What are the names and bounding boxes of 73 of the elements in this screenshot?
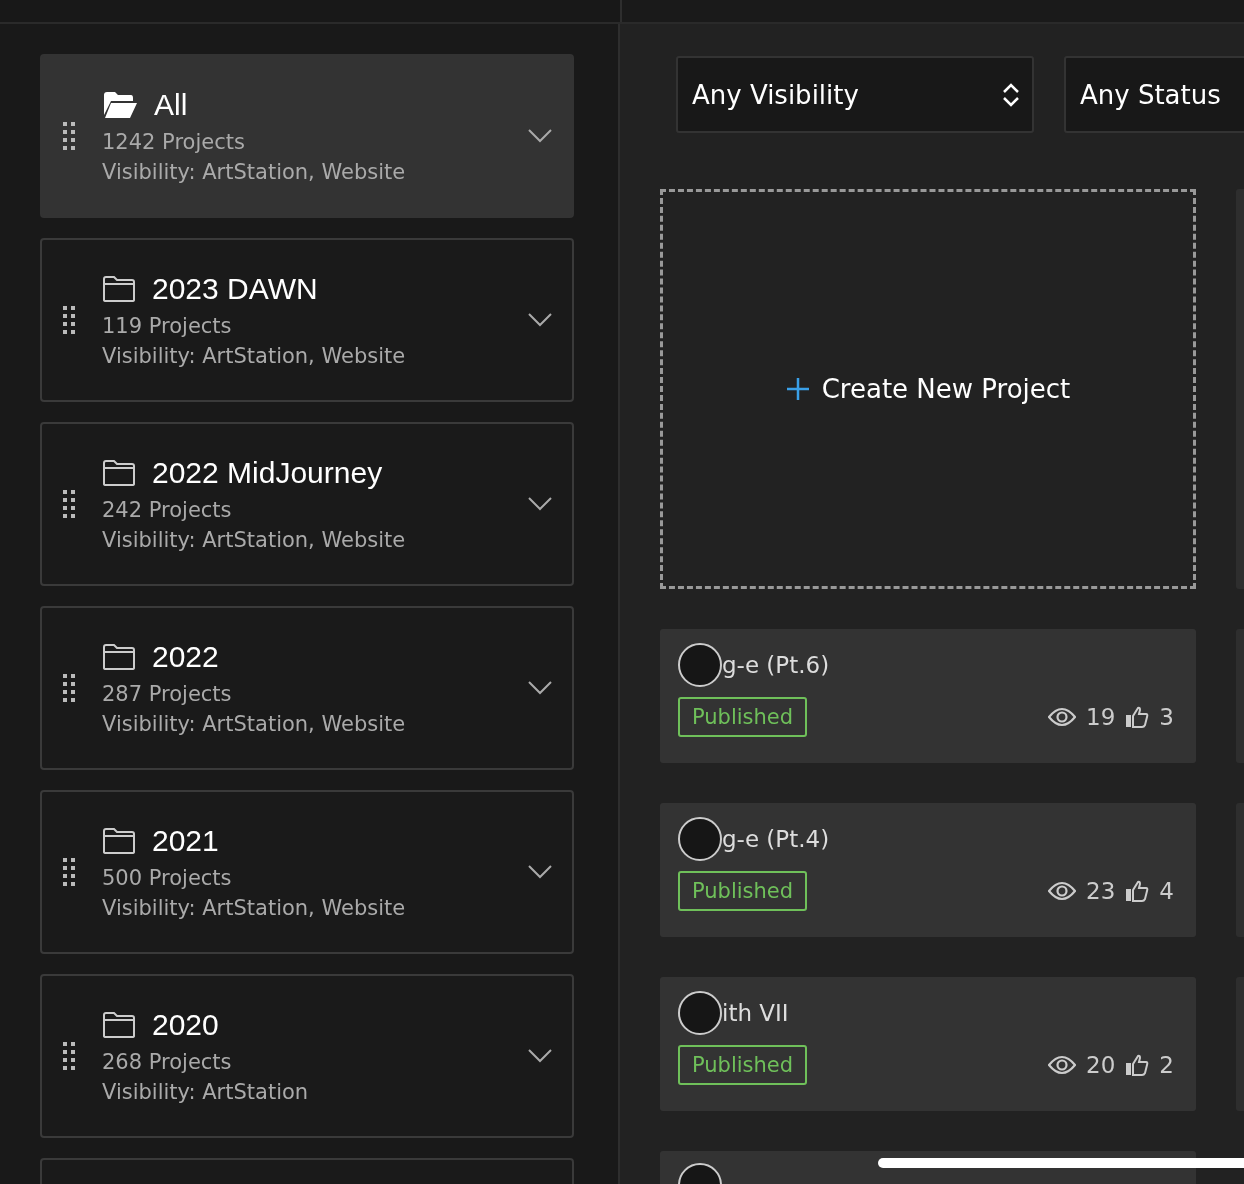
- avatar: [678, 817, 722, 861]
- visibility-text: Visibility: ArtStation, Website: [102, 528, 407, 552]
- visibility-text: Visibility: ArtStation, Website: [102, 344, 407, 368]
- status-badge: Published: [678, 697, 808, 737]
- collection-name: 2021: [152, 824, 219, 858]
- visibility-text: Visibility: ArtStation: [102, 1080, 310, 1104]
- filter-select[interactable]: Any Status: [1064, 56, 1244, 133]
- drag-handle-icon[interactable]: [62, 490, 76, 518]
- collection-card[interactable]: 2021 500 Projects Visibility: ArtStation, Website: [40, 790, 574, 954]
- views-count: 19: [1086, 704, 1116, 730]
- project-count: 119 Projects: [102, 314, 233, 338]
- collection-card[interactable]: 2022 287 Projects Visibility: ArtStation, Website: [40, 606, 574, 770]
- folder-icon: [102, 827, 136, 855]
- collection-name: 2023 DAWN: [152, 272, 318, 306]
- sort-arrows-icon: [1002, 82, 1020, 107]
- folder-icon: [102, 91, 138, 119]
- eye-icon: [1048, 881, 1077, 901]
- chevron-down-icon[interactable]: [528, 865, 552, 879]
- avatar: [678, 643, 722, 687]
- collection-name: 2020: [152, 1008, 219, 1042]
- project-count: 268 Projects: [102, 1050, 233, 1074]
- folder-icon: [102, 459, 136, 487]
- visibility-text: Visibility: ArtStation, Website: [102, 896, 407, 920]
- chevron-down-icon[interactable]: [528, 129, 552, 143]
- project-card[interactable]: g-e (Pt.4) Published 23 4: [660, 803, 1196, 937]
- chevron-down-icon[interactable]: [528, 1049, 552, 1063]
- visibility-text: Visibility: ArtStation, Website: [102, 160, 407, 184]
- collection-card[interactable]: 2023 DAWN 119 Projects Visibility: ArtStation, Website: [40, 238, 574, 402]
- project-title: ith VII: [722, 1000, 789, 1026]
- status-badge: Published: [678, 1045, 808, 1085]
- collection-card[interactable]: 2022 MidJourney 242 Projects Visibility: ArtStation, Website: [40, 422, 574, 586]
- chevron-down-icon[interactable]: [528, 313, 552, 327]
- eye-icon: [1048, 707, 1077, 727]
- drag-handle-icon[interactable]: [62, 1042, 76, 1070]
- views-count: 23: [1086, 878, 1116, 904]
- likes-count: 4: [1159, 878, 1174, 904]
- thumbs-up-icon: [1125, 1054, 1150, 1076]
- filter-select[interactable]: Any Visibility: [676, 56, 1034, 133]
- chevron-down-icon[interactable]: [528, 681, 552, 695]
- folder-icon: [102, 643, 136, 671]
- status-badge: Published: [678, 871, 808, 911]
- project-title: g-e (Pt.6): [722, 652, 830, 678]
- project-count: 1242 Projects: [102, 130, 246, 154]
- collection-name: All: [154, 88, 188, 122]
- project-count: 287 Projects: [102, 682, 233, 706]
- likes-count: 3: [1159, 704, 1174, 730]
- thumbs-up-icon: [1125, 706, 1150, 728]
- project-title: g-e (Pt.4): [722, 826, 830, 852]
- collection-card[interactable]: 2020 268 Projects Visibility: ArtStation: [40, 974, 574, 1138]
- thumbs-up-icon: [1125, 880, 1150, 902]
- plus-icon: [785, 377, 810, 401]
- project-card[interactable]: ith VII Published 20 2: [660, 977, 1196, 1111]
- collection-card[interactable]: All 1242 Projects Visibility: ArtStation, Website: [40, 54, 574, 218]
- create-label: Create New Project: [821, 374, 1071, 404]
- project-count: 242 Projects: [102, 498, 233, 522]
- eye-icon: [1048, 1055, 1077, 1075]
- chevron-down-icon[interactable]: [528, 497, 552, 511]
- avatar: [678, 991, 722, 1035]
- create-project-button[interactable]: Create New Project: [660, 189, 1196, 589]
- project-card[interactable]: g-e (Pt.6) Published 19 3: [660, 629, 1196, 763]
- scrollbar[interactable]: [878, 1158, 1244, 1168]
- likes-count: 2: [1159, 1052, 1174, 1078]
- project-count: 500 Projects: [102, 866, 233, 890]
- collection-name: 2022 MidJourney: [152, 456, 383, 490]
- drag-handle-icon[interactable]: [62, 674, 76, 702]
- visibility-text: Visibility: ArtStation, Website: [102, 712, 407, 736]
- folder-icon: [102, 275, 136, 303]
- drag-handle-icon[interactable]: [62, 858, 76, 886]
- collection-name: 2022: [152, 640, 219, 674]
- drag-handle-icon[interactable]: [62, 122, 76, 150]
- views-count: 20: [1086, 1052, 1116, 1078]
- drag-handle-icon[interactable]: [62, 306, 76, 334]
- folder-icon: [102, 1011, 136, 1039]
